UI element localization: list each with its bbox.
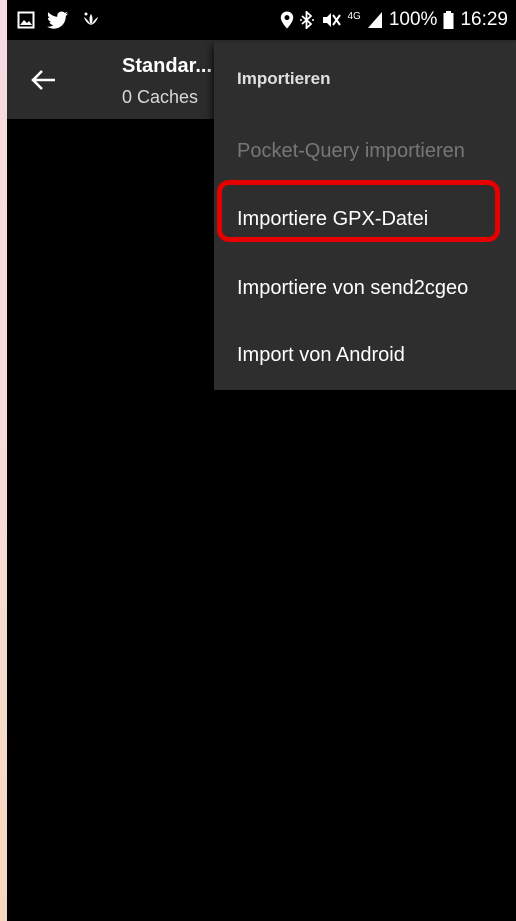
arrow-left-icon: [31, 70, 55, 90]
menu-item-pocket-query: Pocket-Query importieren: [237, 140, 465, 162]
network-4g-icon: 4G: [347, 11, 361, 22]
status-bar: 4G 100% 16:29: [7, 0, 516, 40]
twitter-icon: [47, 11, 69, 29]
menu-item-import-send2cgeo[interactable]: Importiere von send2cgeo: [237, 277, 468, 300]
menu-header: Importieren: [237, 69, 331, 88]
phone-screen: 4G 100% 16:29 Standar... 0 Caches Import…: [7, 0, 516, 921]
page-subtitle: 0 Caches: [122, 87, 199, 107]
overflow-menu: Importieren Pocket-Query importieren Imp…: [214, 42, 516, 390]
gallery-icon: [17, 11, 35, 29]
status-right: 4G 100% 16:29: [280, 9, 516, 31]
page-title: Standar...: [122, 55, 213, 77]
lotus-icon: [81, 11, 101, 29]
status-left-icons: [7, 11, 101, 29]
bluetooth-icon: [299, 11, 314, 29]
mute-icon: [320, 11, 342, 29]
clock: 16:29: [460, 9, 508, 30]
battery-percent: 100%: [388, 9, 438, 30]
highlight-annotation: [217, 180, 500, 242]
back-button[interactable]: [23, 60, 63, 100]
signal-icon: [367, 11, 383, 29]
location-icon: [280, 11, 294, 29]
menu-item-import-android[interactable]: Import von Android: [237, 344, 405, 367]
battery-icon: [443, 11, 454, 29]
